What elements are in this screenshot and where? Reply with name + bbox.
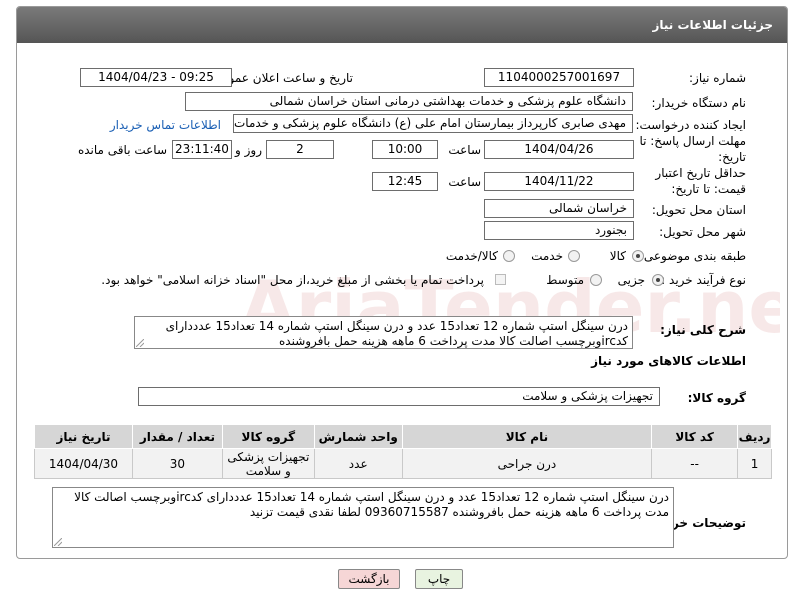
- table-row: 1 -- درن جراحی عدد تجهیزات پزشکی و سلامت…: [34, 448, 772, 479]
- announce-date-field: 1404/04/23 - 09:25: [80, 68, 232, 87]
- price-time-label: ساعت: [448, 175, 481, 189]
- need-number-label: شماره نیاز:: [689, 71, 746, 85]
- col-item-name: نام کالا: [401, 424, 653, 449]
- reply-time-label: ساعت: [448, 143, 481, 157]
- contact-buyer-link[interactable]: اطلاعات تماس خریدار: [110, 118, 221, 132]
- need-number-field: 1104000257001697: [484, 68, 634, 87]
- cell-group: تجهیزات پزشکی و سلامت: [221, 448, 315, 479]
- back-button[interactable]: بازگشت: [338, 569, 400, 589]
- price-time-field: 12:45: [372, 172, 438, 191]
- process-medium-label: متوسط: [546, 273, 584, 287]
- items-table: ردیف کد کالا نام کالا واحد شمارش گروه کا…: [34, 424, 772, 479]
- reply-deadline-label: مهلت ارسال پاسخ: تا تاریخ:: [639, 134, 746, 164]
- buyer-org-label: نام دستگاه خریدار:: [651, 96, 747, 110]
- category-goods-label: کالا: [609, 249, 626, 263]
- price-date-field: 1404/11/22: [484, 172, 634, 191]
- category-label: طبقه بندی موضوعی:: [639, 249, 746, 263]
- days-remaining-field: 2: [266, 140, 334, 159]
- process-minor-label: جزیی: [617, 273, 645, 287]
- general-description-label: شرح کلی نیاز:: [660, 323, 746, 337]
- province-field: خراسان شمالی: [484, 199, 634, 218]
- process-minor-radio[interactable]: [652, 274, 664, 286]
- cell-row-number: 1: [737, 448, 772, 479]
- col-row-number: ردیف: [737, 424, 772, 449]
- col-need-date: تاریخ نیاز: [34, 424, 133, 449]
- remaining-time-label: ساعت باقی مانده: [77, 143, 167, 157]
- cell-item-code: --: [651, 448, 739, 479]
- remaining-time-field: 23:11:40: [172, 140, 232, 159]
- category-goods-radio[interactable]: [632, 250, 644, 262]
- cell-unit: عدد: [313, 448, 403, 479]
- city-field: بجنورد: [484, 221, 634, 240]
- cell-item-name: درن جراحی: [401, 448, 653, 479]
- buyer-notes-field: درن سینگل استپ شماره 12 تعداد15 عدد و در…: [52, 487, 674, 548]
- goods-group-field: تجهیزات پزشکی و سلامت: [138, 387, 660, 406]
- resize-grip-icon[interactable]: [54, 538, 62, 546]
- process-type-label: نوع فرآیند خرید :: [661, 273, 746, 287]
- requester-field: مهدی صابری کارپرداز بیمارستان امام علی (…: [233, 114, 633, 133]
- buyer-org-field: دانشگاه علوم پزشکی و خدمات بهداشتی درمان…: [185, 92, 633, 111]
- reply-time-field: 10:00: [372, 140, 438, 159]
- category-both-label: کالا/خدمت: [445, 249, 498, 263]
- panel-title: جزئیات اطلاعات نیاز: [17, 7, 787, 43]
- province-label: استان محل تحویل:: [651, 203, 746, 217]
- print-button[interactable]: چاپ: [415, 569, 463, 589]
- col-group: گروه کالا: [221, 424, 315, 449]
- category-service-label: خدمت: [531, 249, 563, 263]
- col-quantity: تعداد / مقدار: [132, 424, 223, 449]
- goods-group-label: گروه کالا:: [687, 391, 746, 405]
- cell-need-date: 1404/04/30: [34, 448, 133, 479]
- table-header-row: ردیف کد کالا نام کالا واحد شمارش گروه کا…: [34, 424, 772, 449]
- requester-label: ایجاد کننده درخواست:: [635, 118, 746, 132]
- process-medium-radio[interactable]: [590, 274, 602, 286]
- reply-date-field: 1404/04/26: [484, 140, 634, 159]
- goods-section-title: اطلاعات کالاهای مورد نیاز: [591, 354, 746, 368]
- col-unit: واحد شمارش: [313, 424, 403, 449]
- general-description-field: درن سینگل استپ شماره 12 تعداد15 عدد و در…: [134, 316, 633, 349]
- city-label: شهر محل تحویل:: [659, 225, 746, 239]
- days-label: روز و: [235, 143, 262, 157]
- resize-grip-icon[interactable]: [136, 339, 144, 347]
- treasury-payment-checkbox[interactable]: [495, 274, 506, 285]
- price-validity-label: حداقل تاریخ اعتبار قیمت: تا تاریخ:: [655, 166, 746, 196]
- treasury-payment-note: پرداخت تمام یا بخشی از مبلغ خرید،از محل …: [101, 273, 484, 287]
- category-service-radio[interactable]: [568, 250, 580, 262]
- cell-quantity: 30: [132, 448, 223, 479]
- category-both-radio[interactable]: [503, 250, 515, 262]
- col-item-code: کد کالا: [651, 424, 739, 449]
